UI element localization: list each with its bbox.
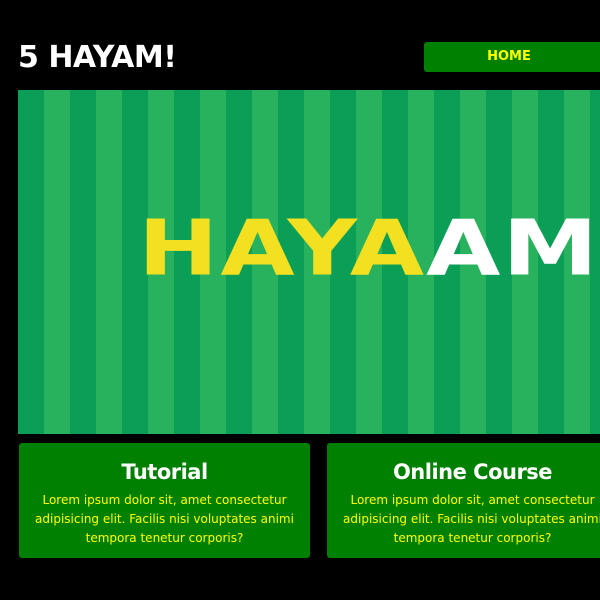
card-content: Tutorial Lorem ipsum dolor sit, amet con…: [19, 457, 310, 548]
card-title: Tutorial: [121, 460, 208, 484]
card-online-course: Online Course Lorem ipsum dolor sit, ame…: [327, 443, 600, 558]
card-text: Lorem ipsum dolor sit, amet consectetur …: [35, 493, 294, 545]
hero-wordmark-white: AM: [426, 203, 600, 293]
site-title: 5 HAYAM!: [18, 40, 177, 75]
hero-wordmark: HAYAAM: [138, 210, 600, 287]
main-nav: HOME: [424, 42, 600, 72]
hero-banner: HAYAAM: [18, 90, 600, 434]
page: 5 HAYAM! HOME HAYAAM Tutorial Lorem ipsu…: [0, 0, 600, 600]
hero-wordmark-yellow: HAYA: [138, 203, 427, 293]
card-content: Online Course Lorem ipsum dolor sit, ame…: [327, 457, 600, 548]
card-title: Online Course: [392, 460, 553, 484]
card-text: Lorem ipsum dolor sit, amet consectetur …: [343, 493, 600, 545]
card-tutorial: Tutorial Lorem ipsum dolor sit, amet con…: [19, 443, 310, 558]
nav-home-link[interactable]: HOME: [424, 42, 600, 72]
